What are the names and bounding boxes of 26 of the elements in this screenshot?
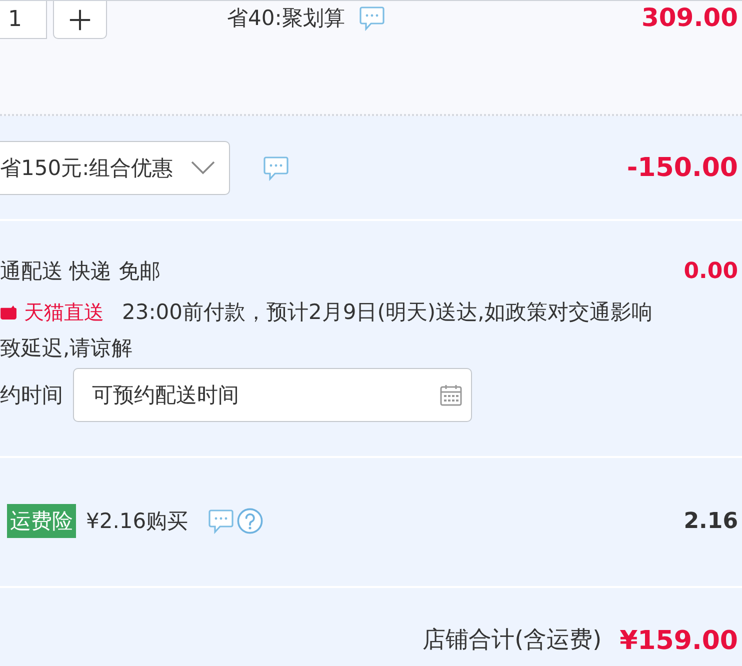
total-label: 店铺合计(含运费) xyxy=(422,626,602,655)
discount-select[interactable]: 省150元:组合优惠 xyxy=(0,140,230,194)
chat-bubble-icon[interactable] xyxy=(358,5,385,31)
quantity-field[interactable]: 1 xyxy=(0,1,47,39)
chevron-down-icon xyxy=(191,160,216,174)
insurance-offer: ¥2.16购买 xyxy=(86,508,188,535)
help-icon[interactable] xyxy=(237,508,264,534)
total-amount: ¥159.00 xyxy=(620,626,739,656)
increment-button[interactable] xyxy=(53,1,107,39)
delivery-notice: 23:00前付款，预计2月9日(明天)送达,如政策对交通影响 xyxy=(122,299,652,326)
shipping-fee: 0.00 xyxy=(684,258,739,284)
delivery-service-label: 天猫直送 xyxy=(24,299,104,326)
appointment-label: 约时间 xyxy=(0,382,63,409)
item-price: 309.00 xyxy=(642,3,739,33)
date-field[interactable]: 可预约配送时间 xyxy=(73,368,472,422)
shipping-method: 通配送 快递 免邮 xyxy=(0,258,160,285)
discount-amount: -150.00 xyxy=(626,152,739,182)
insurance-tag: 运费险 xyxy=(7,504,76,538)
chat-bubble-icon[interactable] xyxy=(208,508,234,534)
delivery-notice: 致延迟,请谅解 xyxy=(0,335,133,362)
chat-bubble-icon[interactable] xyxy=(263,154,290,180)
promotion-text: 省40:聚划算 xyxy=(227,5,345,31)
calendar-icon[interactable] xyxy=(440,384,462,406)
insurance-amount: 2.16 xyxy=(684,508,739,534)
shopping-bag-icon xyxy=(0,304,17,320)
plus-icon xyxy=(69,8,91,30)
